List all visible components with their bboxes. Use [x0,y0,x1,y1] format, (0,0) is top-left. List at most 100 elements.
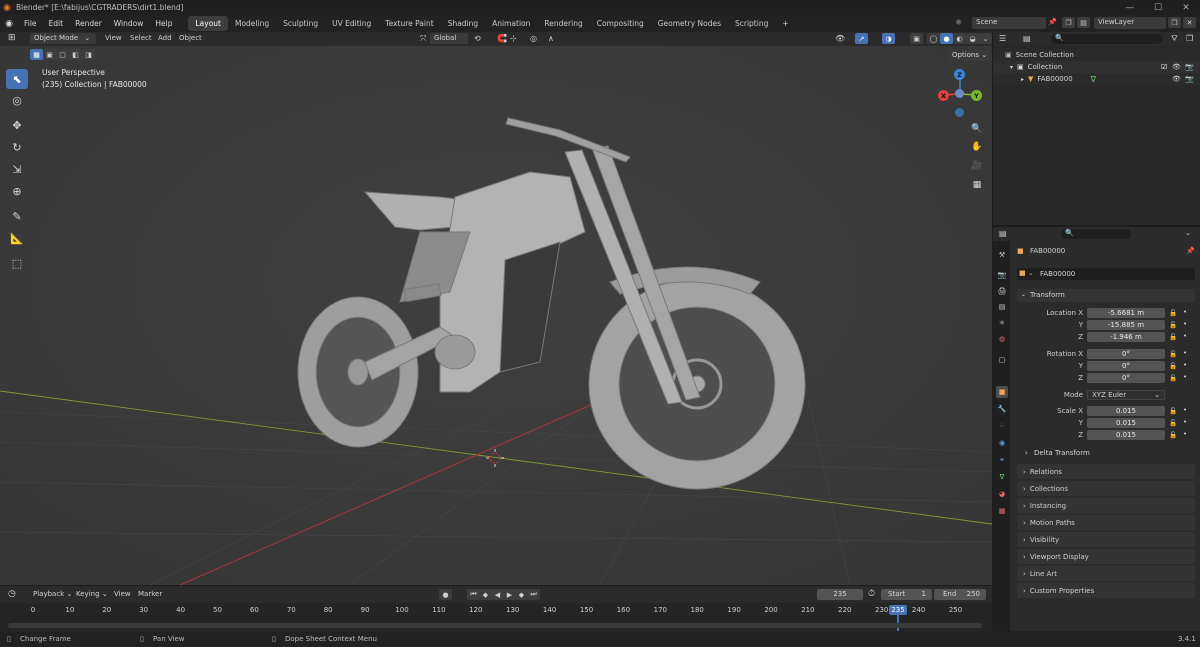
panel-custom-properties[interactable]: › Custom Properties [1017,583,1195,598]
shading-material-icon[interactable]: ◐ [953,33,966,44]
panel-viewport-display[interactable]: › Viewport Display [1017,549,1195,564]
tab-sculpting[interactable]: Sculpting [276,16,325,31]
camera-render-icon[interactable]: 📷 [1185,63,1194,71]
pivot-icon[interactable]: ⟲ [474,34,481,43]
falloff-icon[interactable]: ∧ [548,34,554,43]
select-new-icon[interactable]: ▦ [30,49,43,60]
editor-type-icon[interactable]: ☰ [999,34,1006,43]
pan-hand-icon[interactable]: ✋ [970,140,984,154]
outliner-row-scene-collection[interactable]: ▣ Scene Collection [993,49,1200,61]
add-cube-tool[interactable]: ⬚ [6,253,28,273]
start-frame-field[interactable]: Start 1 [881,589,932,600]
panel-line-art[interactable]: › Line Art [1017,566,1195,581]
shading-solid-icon[interactable]: ● [940,33,953,44]
pin-icon[interactable]: 📌 [1048,18,1057,26]
visibility-eye-icon[interactable]: 👁 [835,34,845,43]
keyframe-dot-icon[interactable]: • [1183,361,1187,369]
transform-tool[interactable]: ⊕ [6,181,28,201]
filter-icon[interactable]: ⛛ [1171,34,1178,44]
menu-edit[interactable]: Edit [43,19,70,28]
properties-search-input[interactable]: 🔍 [1061,229,1131,239]
current-frame-field[interactable]: 235 [817,589,863,600]
menu-file[interactable]: File [18,19,43,28]
hide-eye-icon[interactable]: 👁 [1172,75,1181,83]
playhead[interactable]: 235 [889,605,907,615]
scale-z-field[interactable]: 0.015 [1087,430,1165,440]
object-tab-icon[interactable]: ■ [996,386,1008,398]
select-extend-icon[interactable]: ▣ [43,49,56,60]
scene-icon[interactable]: ⚛ [955,18,962,27]
panel-motion-paths[interactable]: › Motion Paths [1017,515,1195,530]
zoom-icon[interactable]: 🔍 [970,122,984,136]
panel-relations[interactable]: › Relations [1017,464,1195,479]
tool-tab-icon[interactable]: ⚒ [996,249,1008,261]
expand-chevron-icon[interactable]: ▸ [1021,76,1024,83]
keyframe-dot-icon[interactable]: • [1183,349,1187,357]
expand-chevron-icon[interactable]: ▾ [1010,64,1013,71]
new-view-layer-icon[interactable]: ❐ [1168,17,1181,28]
select-subtract-icon[interactable]: ▢ [56,49,69,60]
orientation-dropdown[interactable]: Global [430,33,468,44]
panel-instancing[interactable]: › Instancing [1017,498,1195,513]
add-workspace-button[interactable]: + [775,16,795,31]
pin-icon[interactable]: 📌 [1186,247,1195,255]
menu-object[interactable]: Object [179,34,202,42]
menu-select[interactable]: Select [130,34,152,42]
lock-icon[interactable]: 🔓 [1169,419,1177,427]
proportional-edit-icon[interactable]: ◎ [530,34,537,43]
outliner-search-input[interactable]: 🔍 [1051,34,1163,44]
maximize-icon[interactable]: ☐ [1144,0,1172,15]
scene-tab-icon[interactable]: ⚛ [996,317,1008,329]
camera-render-icon[interactable]: 📷 [1185,75,1194,83]
view-layer-icon[interactable]: ▤ [1077,17,1090,28]
tab-shading[interactable]: Shading [441,16,485,31]
view-layer-selector[interactable]: ViewLayer [1094,17,1166,29]
editor-type-icon[interactable]: ⊞ [8,33,16,43]
timeline-scrollbar[interactable] [8,623,982,628]
end-frame-field[interactable]: End 250 [934,589,986,600]
keyframe-dot-icon[interactable]: • [1183,308,1187,316]
new-scene-icon[interactable]: ❐ [1062,17,1075,28]
options-dropdown[interactable]: Options ⌄ [948,50,992,61]
menu-render[interactable]: Render [69,19,108,28]
location-y-field[interactable]: -15.885 m [1087,320,1165,330]
editor-type-icon[interactable]: ▤ [999,229,1007,238]
keying-menu[interactable]: Keying ⌄ [76,590,108,598]
panel-collections[interactable]: › Collections [1017,481,1195,496]
rotation-z-field[interactable]: 0° [1087,373,1165,383]
camera-icon[interactable]: 🎥 [970,159,984,173]
exclude-checkbox-icon[interactable]: ☑ [1161,63,1167,71]
keyframe-dot-icon[interactable]: • [1183,406,1187,414]
gizmo-y-axis[interactable]: Y [971,90,982,101]
playback-menu[interactable]: Playback ⌄ [33,590,72,598]
tab-texture-paint[interactable]: Texture Paint [378,16,440,31]
tab-layout[interactable]: Layout [188,16,228,31]
grid-perspective-icon[interactable]: ▦ [970,178,984,192]
view-layer-tab-icon[interactable]: ▤ [996,301,1008,313]
render-tab-icon[interactable]: 📷 [996,269,1008,281]
transform-panel-header[interactable]: ⌄ Transform [1017,289,1195,302]
shading-options-icon[interactable]: ⌄ [979,33,992,44]
world-tab-icon[interactable]: ◍ [996,333,1008,345]
gizmo-toggle-icon[interactable]: ↗ [855,33,868,44]
tab-rendering[interactable]: Rendering [537,16,589,31]
lock-icon[interactable]: 🔓 [1169,374,1177,382]
material-tab-icon[interactable]: ◕ [996,488,1008,500]
move-tool[interactable]: ✥ [6,115,28,135]
physics-tab-icon[interactable]: ◉ [996,437,1008,449]
xray-toggle-icon[interactable]: ▣ [910,33,923,44]
lock-icon[interactable]: 🔓 [1169,333,1177,341]
clock-icon[interactable]: ◷ [8,589,16,599]
select-invert-icon[interactable]: ◧ [69,49,82,60]
rotation-mode-dropdown[interactable]: XYZ Euler ⌄ [1087,390,1165,400]
hide-eye-icon[interactable]: 👁 [1172,63,1181,71]
texture-tab-icon[interactable]: ▩ [996,505,1008,517]
tab-compositing[interactable]: Compositing [590,16,651,31]
lock-icon[interactable]: 🔓 [1169,309,1177,317]
object-mode-dropdown[interactable]: Object Mode ⌄ [30,33,96,44]
menu-add[interactable]: Add [158,34,172,42]
output-tab-icon[interactable]: 🖨 [996,285,1008,297]
stopwatch-icon[interactable]: ⏱ [868,589,875,599]
rotate-tool[interactable]: ↻ [6,137,28,157]
menu-help[interactable]: Help [149,19,178,28]
